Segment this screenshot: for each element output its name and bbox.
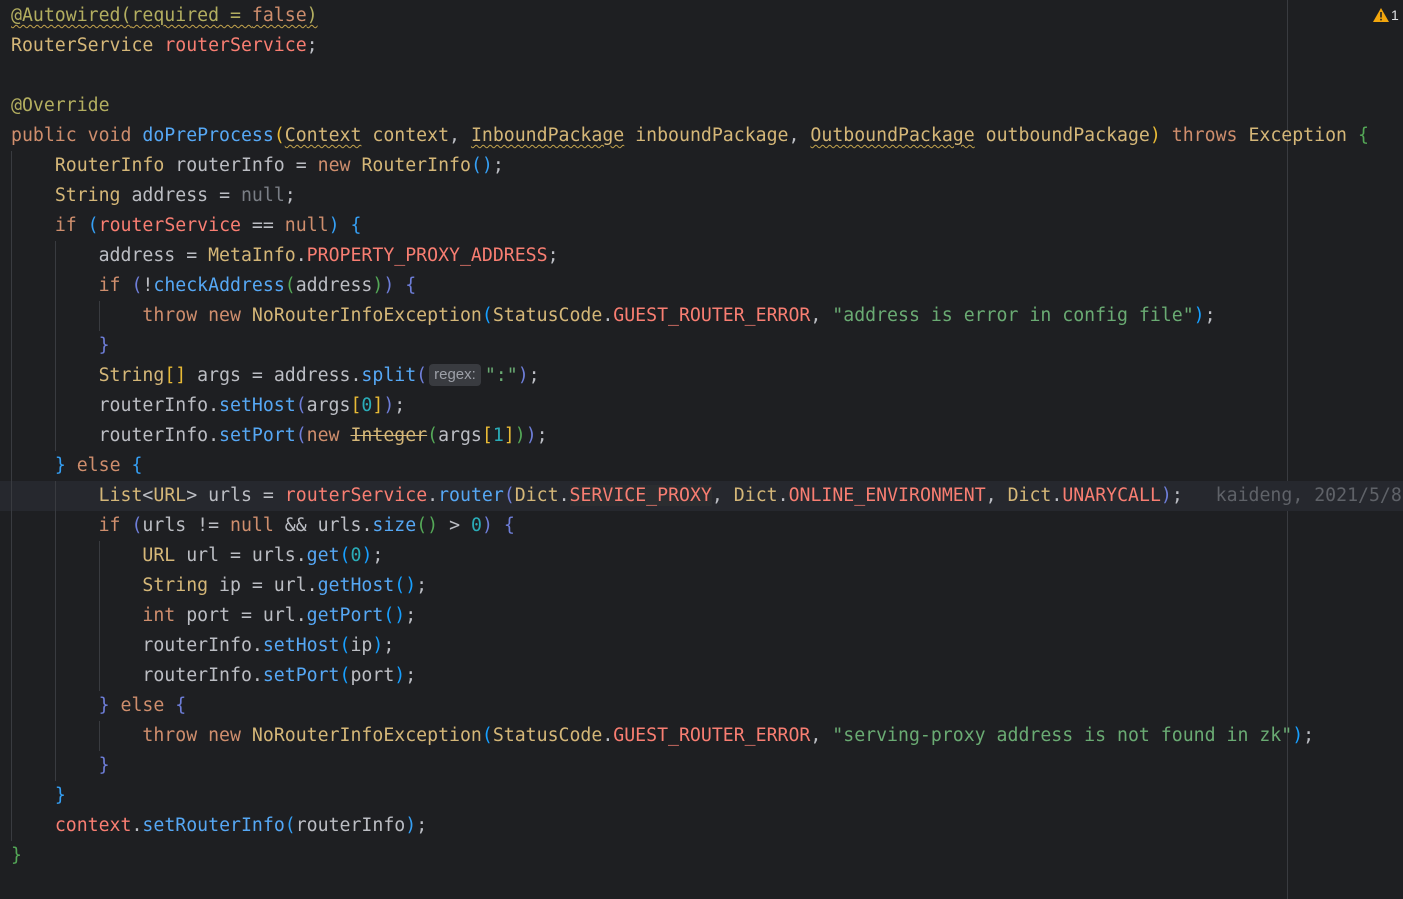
code-line[interactable]: routerInfo.setPort(new Integer(args[1]))… xyxy=(0,421,1403,451)
code-line[interactable]: } else { xyxy=(0,691,1403,721)
code-line[interactable]: String address = null; xyxy=(0,181,1403,211)
code-line[interactable]: RouterInfo routerInfo = new RouterInfo()… xyxy=(0,151,1403,181)
code-line[interactable]: public void doPreProcess(Context context… xyxy=(0,121,1403,151)
code-line[interactable]: context.setRouterInfo(routerInfo); xyxy=(0,811,1403,841)
code-line[interactable]: @Override xyxy=(0,91,1403,121)
code-line[interactable]: } xyxy=(0,781,1403,811)
indent-guide xyxy=(11,151,12,841)
code-line[interactable]: if (routerService == null) { xyxy=(0,211,1403,241)
code-line[interactable]: if (!checkAddress(address)) { xyxy=(0,271,1403,301)
code-line[interactable]: int port = url.getPort(); xyxy=(0,601,1403,631)
code-line-current[interactable]: List<URL> urls = routerService.router(Di… xyxy=(0,481,1403,511)
code-line[interactable]: if (urls != null && urls.size() > 0) { xyxy=(0,511,1403,541)
code-line[interactable]: throw new NoRouterInfoException(StatusCo… xyxy=(0,301,1403,331)
code-line[interactable]: } xyxy=(0,331,1403,361)
parameter-hint: regex: xyxy=(429,364,481,386)
code-line[interactable]: address = MetaInfo.PROPERTY_PROXY_ADDRES… xyxy=(0,241,1403,271)
code-line[interactable]: } else { xyxy=(0,451,1403,481)
code-line[interactable]: } xyxy=(0,751,1403,781)
code-line[interactable]: routerInfo.setHost(ip); xyxy=(0,631,1403,661)
code-line[interactable]: String[] args = address.split(regex: ":")… xyxy=(0,361,1403,391)
code-line[interactable]: routerInfo.setHost(args[0]); xyxy=(0,391,1403,421)
code-line[interactable]: URL url = urls.get(0); xyxy=(0,541,1403,571)
code-editor[interactable]: 1 @Autowired(required = false) RouterSer… xyxy=(0,0,1403,899)
code-line[interactable]: @Autowired(required = false) xyxy=(0,1,1403,31)
code-line[interactable]: throw new NoRouterInfoException(StatusCo… xyxy=(0,721,1403,751)
code-line[interactable]: routerInfo.setPort(port); xyxy=(0,661,1403,691)
code-line[interactable]: RouterService routerService; xyxy=(0,31,1403,61)
code-line[interactable]: } xyxy=(0,841,1403,871)
git-blame-annotation[interactable]: kaideng, 2021/5/8 xyxy=(1216,485,1402,506)
code-line[interactable]: String ip = url.getHost(); xyxy=(0,571,1403,601)
